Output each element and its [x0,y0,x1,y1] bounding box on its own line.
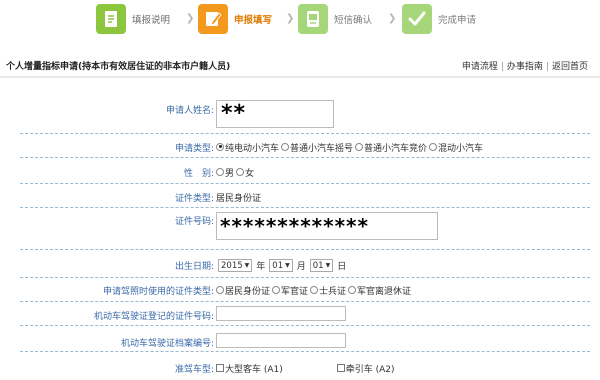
step-label: 填报说明 [132,15,171,26]
cert-number-label: 证件号码: [174,217,214,227]
step-label: 短信确认 [334,15,373,26]
radio-auction[interactable] [355,142,364,151]
sex-label: 性 别: [183,169,214,179]
edit-icon [198,4,228,34]
month-select[interactable]: 01 ▼ [269,259,293,272]
radio-label: 纯电动小汽车 [225,144,280,154]
license-file-number-input[interactable] [216,333,346,348]
radio-label: 混动小汽车 [438,144,484,154]
radio-retired-officer[interactable] [348,285,357,294]
form-row-license-file-number: 机动车驾驶证档案编号: [20,326,590,352]
birthdate-selects: 2015 ▼ 年 01 ▼ 月 01 ▼ 日 [216,259,348,272]
step-instructions: 填报说明 [96,4,170,34]
link-guide[interactable]: 办事指南 [507,62,543,72]
radio-label: 普通小汽车摇号 [290,144,354,154]
year-unit: 年 [256,262,266,272]
year-value: 2015 [221,260,243,271]
apply-type-radio-group: 纯电动小汽车 普通小汽车摇号 普通小汽车竞价 混动小汽车 [216,141,485,154]
license-cert-number-input[interactable] [216,306,346,321]
form-row-birthdate: 出生日期: 2015 ▼ 年 01 ▼ 月 01 ▼ 日 [20,250,590,278]
step-label: 申报填写 [234,15,273,26]
divider: | [545,62,549,72]
radio-label: 军官离退休证 [357,287,412,297]
application-form: 申请人姓名: ** 申请类型: 纯电动小汽车 普通小汽车摇号 普通小汽车竞价 混… [20,90,590,376]
birthdate-label: 出生日期: [174,262,214,272]
chevron-down-icon: ▼ [244,262,250,269]
link-home[interactable]: 返回首页 [552,62,588,72]
step-complete: 完成申请 [402,4,476,34]
radio-label: 男 [225,169,235,179]
drive-type-label: 准驾车型: [174,365,214,375]
radio-lottery[interactable] [281,142,290,151]
checkbox-a2[interactable] [336,363,345,372]
chevron-down-icon: ▼ [325,262,331,269]
step-progress-bar: 填报说明 ❯ 申报填写 ❯ 短信确认 ❯ 完成申请 [0,0,600,38]
page-header: 个人增量指标申请(持本市有效居住证的非本市户籍人员) 申请流程 | 办事指南 | 返回首… [0,54,600,78]
form-row-license-cert-number: 机动车驾驶证登记的证件号码: [20,302,590,326]
radio-label: 军官证 [281,287,309,297]
form-row-drive-type: 准驾车型: 大型客车 (A1) 牵引车 (A2) [20,352,590,376]
radio-label: 普通小汽车竞价 [364,144,428,154]
header-links: 申请流程 | 办事指南 | 返回首页 [462,59,588,72]
divider: | [500,62,504,72]
apply-type-label: 申请类型: [174,144,214,154]
chevron-right-icon: ❯ [388,13,397,24]
radio-officer[interactable] [272,285,281,294]
form-row-cert-number: 证件号码: ************* [20,208,590,250]
cert-type-value: 居民身份证 [216,194,262,204]
checkbox-label: 牵引车 (A2) [345,365,395,375]
license-doc-type-label: 申请驾照时使用的证件类型: [102,287,214,297]
day-unit: 日 [337,262,347,272]
chevron-right-icon: ❯ [286,13,295,24]
month-value: 01 [272,260,284,271]
chevron-down-icon: ▼ [285,262,290,269]
radio-hybrid[interactable] [429,142,438,151]
cert-number-input[interactable]: ************* [216,212,438,240]
radio-label: 士兵证 [319,287,347,297]
radio-label: 居民身份证 [225,287,271,297]
cert-type-label: 证件类型: [174,194,214,204]
step-label: 完成申请 [438,15,477,26]
radio-female[interactable] [236,167,245,176]
form-row-license-doc-type: 申请驾照时使用的证件类型: 居民身份证 军官证 士兵证 军官离退休证 [20,278,590,302]
page-title: 个人增量指标申请(持本市有效居住证的非本市户籍人员) [6,62,231,72]
checkbox-label: 大型客车 (A1) [225,365,283,375]
radio-male[interactable] [216,167,224,176]
sex-radio-group: 男 女 [216,166,256,179]
radio-id-card[interactable] [216,285,224,294]
month-unit: 月 [296,262,306,272]
license-cert-number-label: 机动车驾驶证登记的证件号码: [93,312,214,322]
year-select[interactable]: 2015 ▼ [218,259,253,272]
name-label: 申请人姓名: [165,106,214,116]
message-icon [298,4,328,34]
day-value: 01 [312,260,324,271]
document-icon [96,4,126,34]
link-process[interactable]: 申请流程 [462,62,498,72]
checkbox-a1[interactable] [216,363,224,372]
form-row-sex: 性 别: 男 女 [20,158,590,184]
drive-type-checkbox-group: 大型客车 (A1) 牵引车 (A2) [216,362,397,375]
day-select[interactable]: 01 ▼ [309,259,334,272]
radio-label: 女 [245,169,255,179]
radio-soldier[interactable] [310,285,319,294]
form-row-cert-type: 证件类型: 居民身份证 [20,184,590,208]
check-icon [402,4,432,34]
radio-electric[interactable] [216,142,224,151]
applicant-name-input[interactable]: ** [216,100,334,128]
chevron-right-icon: ❯ [186,13,195,24]
form-row-name: 申请人姓名: ** [20,90,590,134]
doc-type-radio-group: 居民身份证 军官证 士兵证 军官离退休证 [216,284,413,297]
step-sms-confirm: 短信确认 [298,4,372,34]
step-fill-form: 申报填写 [198,4,272,34]
license-file-number-label: 机动车驾驶证档案编号: [120,339,214,349]
form-row-apply-type: 申请类型: 纯电动小汽车 普通小汽车摇号 普通小汽车竞价 混动小汽车 [20,134,590,158]
